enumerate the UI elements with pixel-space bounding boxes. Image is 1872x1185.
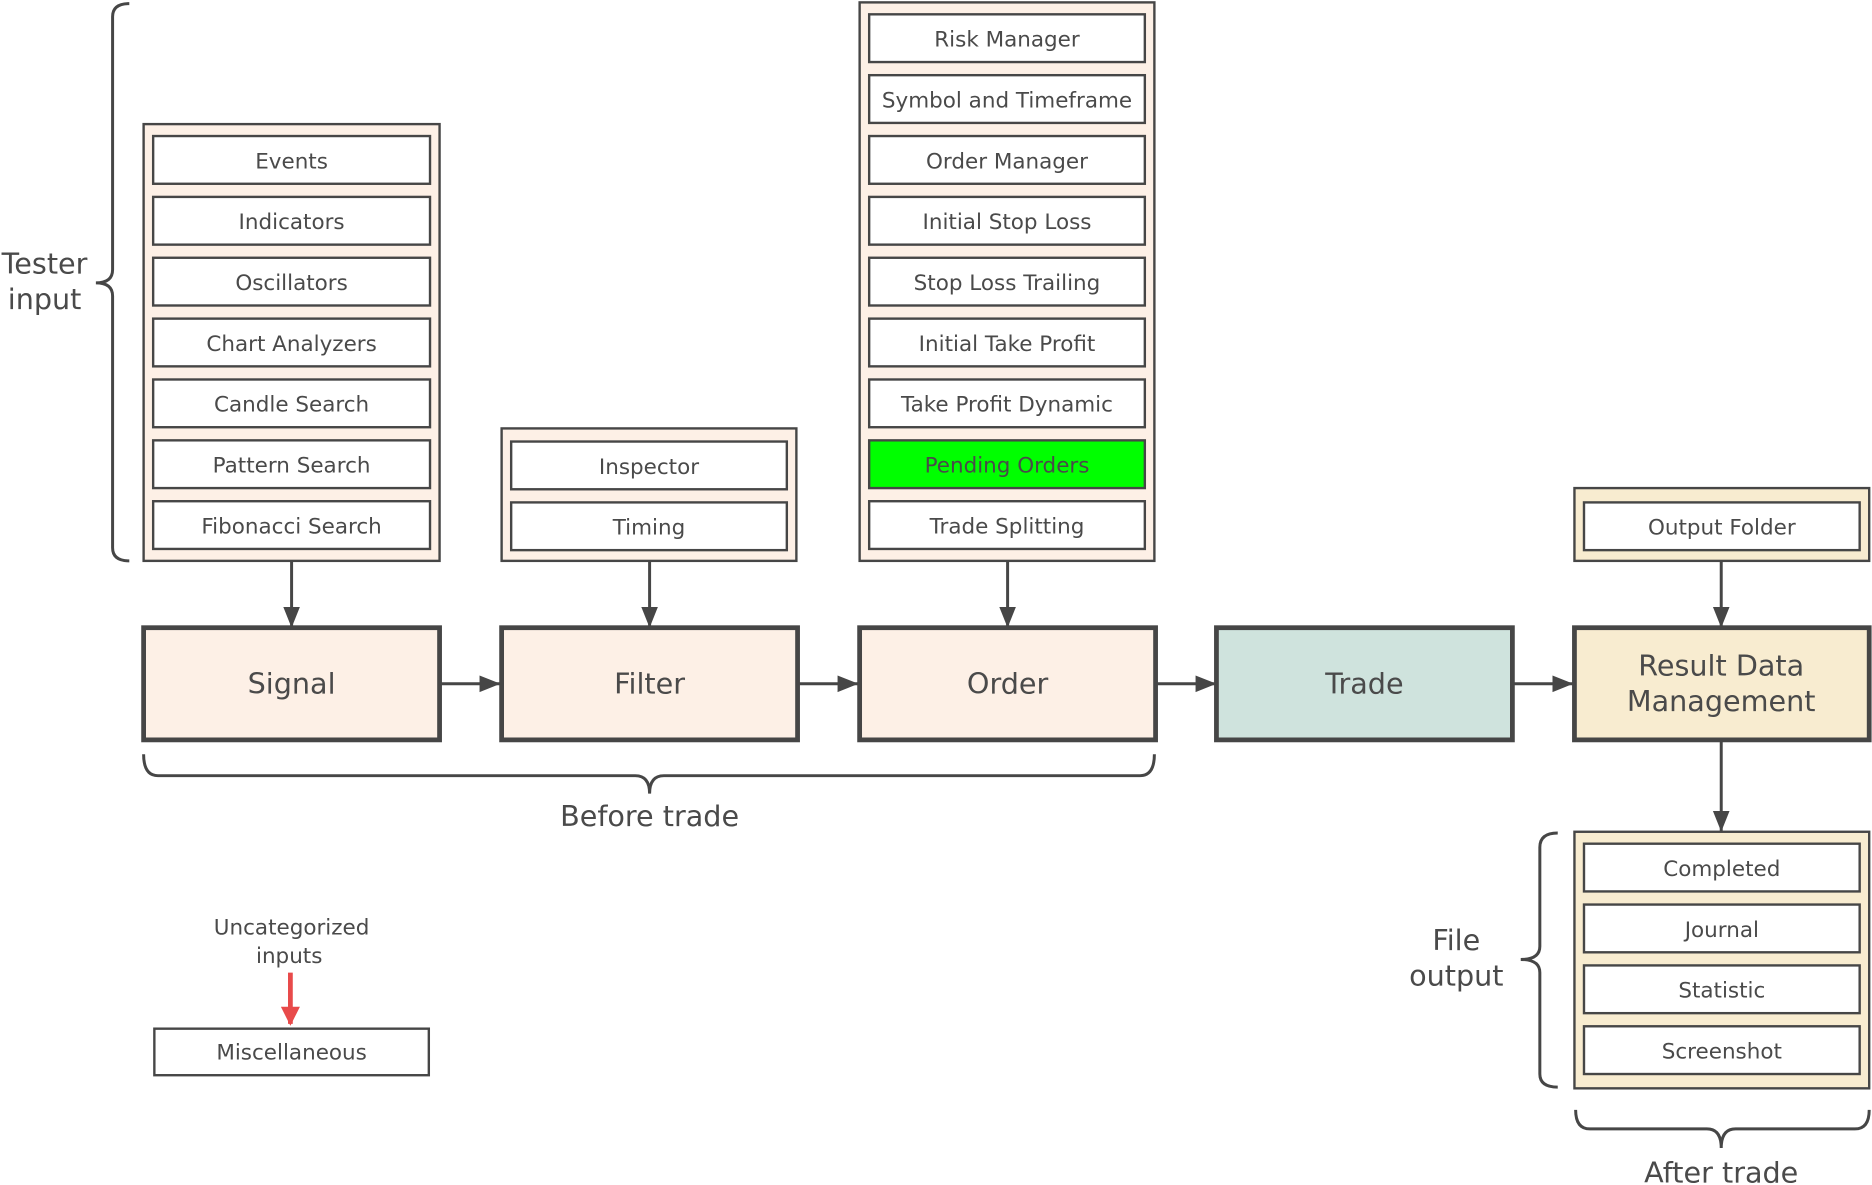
signal-inputs-item-label: Fibonacci Search — [201, 514, 381, 539]
order-inputs-item-label: Symbol and Timeframe — [882, 88, 1132, 113]
file-output-brace — [1520, 831, 1558, 1089]
trading-flow-diagram: Events Indicators Oscillators Chart Analyze… — [1, 1, 1872, 1185]
file-output-group: Completed Journal Statistic Screenshot — [1573, 830, 1871, 1090]
tester-input-label: Tester — [1, 246, 88, 280]
order-inputs-item-label: Trade Splitting — [929, 514, 1085, 539]
signal-inputs-item-label: Indicators — [239, 210, 345, 235]
after-trade-label: After trade — [1644, 1156, 1798, 1185]
order-inputs-item-label: Risk Manager — [934, 28, 1080, 53]
filter-inputs-group: Inspector Timing — [500, 427, 798, 563]
miscellaneous-label: Miscellaneous — [216, 1041, 367, 1066]
file-output-label-2: output — [1409, 959, 1503, 993]
tester-input-label-2: input — [8, 282, 82, 316]
result-stage-label: Result Data — [1638, 648, 1804, 682]
order-inputs-group: Risk Manager Symbol and Timeframe Order Ma… — [858, 1, 1156, 563]
file-output-item-label: Statistic — [1678, 979, 1765, 1004]
tester-input-brace — [95, 2, 130, 563]
signal-inputs-item-label: Oscillators — [235, 271, 348, 296]
stage-label: Order — [967, 666, 1049, 700]
result-stage-label-2: Management — [1627, 684, 1816, 718]
uncategorized-label-2: inputs — [256, 944, 322, 969]
before-trade-brace — [142, 754, 1156, 794]
stage-label: Signal — [248, 666, 336, 700]
signal-inputs-item-label: Candle Search — [214, 393, 369, 418]
file-output-item-label: Completed — [1663, 857, 1780, 882]
after-trade-brace — [1574, 1109, 1871, 1149]
order-inputs-item-label: Order Manager — [926, 149, 1088, 174]
order-inputs-item-label: Initial Take Profit — [919, 332, 1096, 357]
order-inputs-item-label: Pending Orders — [925, 454, 1090, 479]
order-inputs-item-label: Take Profit Dynamic — [900, 393, 1113, 418]
filter-inputs-item-label: Timing — [612, 516, 686, 541]
output-inputs-group: Output Folder — [1573, 486, 1871, 563]
before-trade-label: Before trade — [560, 799, 739, 833]
filter-inputs-item-label: Inspector — [599, 455, 699, 480]
output-inputs-item-label: Output Folder — [1648, 516, 1796, 541]
file-output-label: File — [1432, 923, 1480, 957]
signal-inputs-item-label: Events — [255, 149, 328, 174]
stage-label: Trade — [1324, 666, 1403, 700]
order-inputs-item-label: Initial Stop Loss — [923, 210, 1092, 235]
uncategorized-label: Uncategorized — [214, 915, 370, 940]
signal-inputs-item-label: Pattern Search — [213, 454, 371, 479]
file-output-item-label: Screenshot — [1662, 1040, 1782, 1065]
signal-inputs-item-label: Chart Analyzers — [206, 332, 376, 357]
signal-inputs-group: Events Indicators Oscillators Chart Analyze… — [142, 122, 441, 563]
order-inputs-item-label: Stop Loss Trailing — [914, 271, 1101, 296]
stage-label: Filter — [614, 666, 685, 700]
file-output-item-label: Journal — [1683, 918, 1759, 943]
